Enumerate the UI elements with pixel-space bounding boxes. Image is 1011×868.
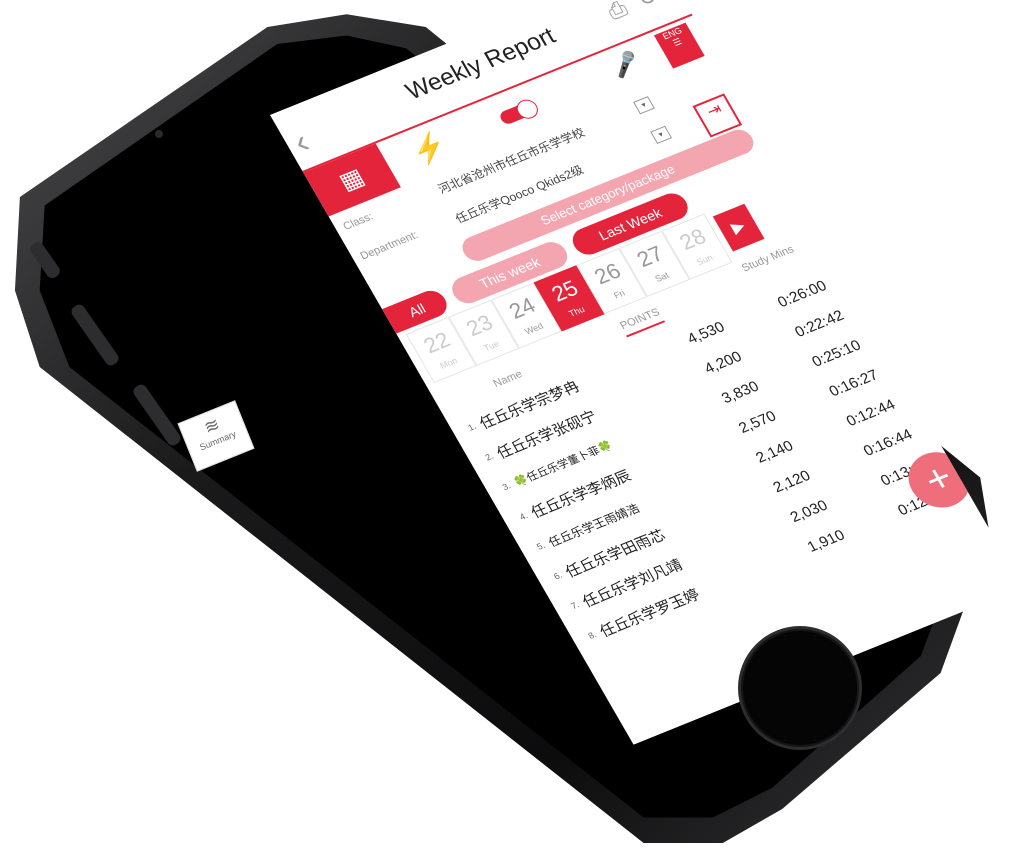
camera-icon bbox=[155, 130, 163, 138]
microphone-icon[interactable]: 🎤 bbox=[606, 49, 645, 82]
col-points[interactable]: POINTS bbox=[618, 306, 666, 338]
home-button bbox=[738, 626, 862, 750]
day-weekday: Sat bbox=[653, 270, 671, 284]
language-label: ENG bbox=[660, 25, 684, 42]
col-name[interactable]: Name bbox=[491, 368, 524, 389]
day-weekday: Thu bbox=[566, 304, 587, 319]
day-number: 28 bbox=[675, 223, 711, 255]
class-label: Class: bbox=[341, 210, 376, 233]
day-weekday: Sun bbox=[694, 252, 715, 268]
day-weekday: Wed bbox=[522, 320, 546, 337]
day-weekday: Fri bbox=[611, 287, 627, 301]
phone: ‹ Weekly Report ⎙ ⟳ ▦ ⚡ 🎤 ENG☰ Class: 河北… bbox=[0, 0, 1011, 868]
logo-icon: ⚡ bbox=[405, 128, 454, 169]
toggle-switch[interactable] bbox=[497, 100, 539, 126]
language-button[interactable]: ENG ☰ bbox=[653, 22, 705, 69]
day-weekday: Mon bbox=[438, 355, 460, 371]
department-dropdown-icon[interactable]: ▾ bbox=[650, 125, 673, 145]
class-dropdown-icon[interactable]: ▾ bbox=[633, 96, 655, 115]
day-weekday: Tue bbox=[481, 338, 501, 354]
